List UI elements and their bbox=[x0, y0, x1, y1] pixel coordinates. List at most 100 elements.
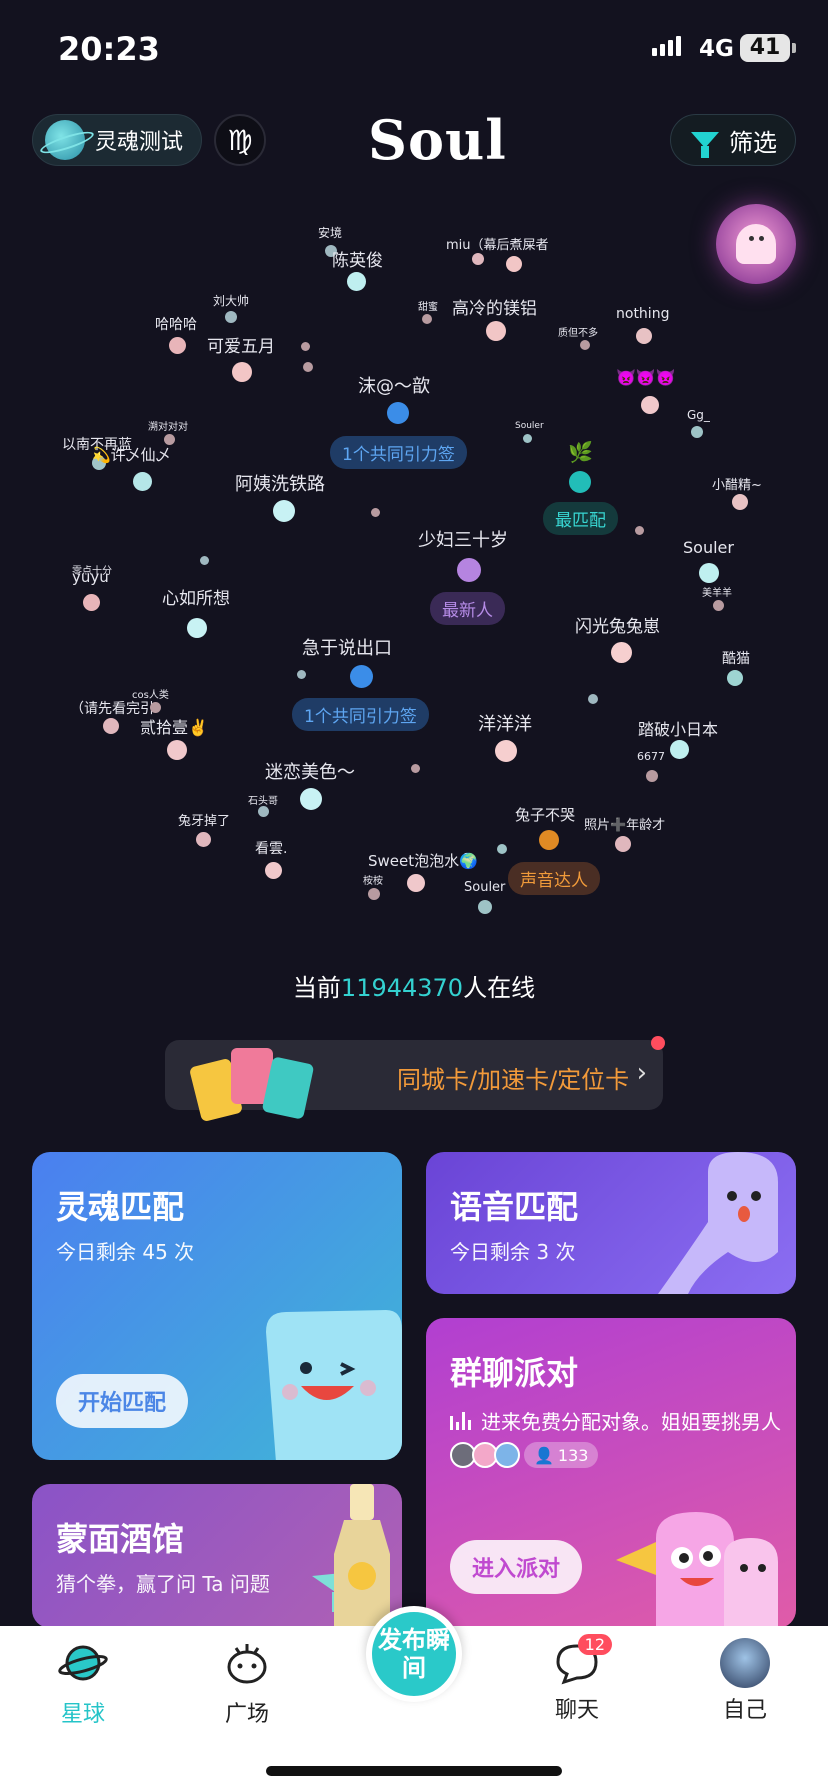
soul-match-card[interactable]: 灵魂匹配 今日剩余 45 次 开始匹配 bbox=[32, 1152, 402, 1460]
user-star[interactable] bbox=[407, 874, 425, 892]
tab-chat[interactable]: 12 聊天 bbox=[522, 1634, 632, 1724]
user-label: 少妇三十岁 bbox=[418, 530, 508, 551]
user-star[interactable] bbox=[422, 314, 432, 324]
common-tag-chip[interactable]: 1个共同引力签 bbox=[330, 436, 467, 469]
user-label: 迷恋美色～ bbox=[265, 762, 355, 783]
chevron-right-icon: › bbox=[636, 1058, 647, 1088]
user-star[interactable] bbox=[472, 253, 484, 265]
user-star[interactable] bbox=[83, 594, 100, 611]
join-party-button[interactable]: 进入派对 bbox=[450, 1540, 582, 1594]
user-label: 兔子不哭 bbox=[515, 806, 576, 824]
user-star[interactable] bbox=[539, 830, 559, 850]
battery-icon: 41 bbox=[740, 34, 790, 62]
user-star[interactable] bbox=[196, 832, 211, 847]
card-title: 群聊派对 bbox=[450, 1354, 579, 1392]
user-label: 石头哥 bbox=[248, 796, 278, 807]
user-label: 质但不多 bbox=[558, 328, 598, 339]
user-star[interactable] bbox=[635, 526, 644, 535]
voice-expert-tag[interactable]: 声音达人 bbox=[508, 862, 600, 895]
user-star[interactable] bbox=[691, 426, 703, 438]
user-star[interactable] bbox=[225, 311, 237, 323]
user-label: miu（幕后煮屎者 bbox=[446, 238, 549, 253]
tab-me[interactable]: 自己 bbox=[690, 1638, 800, 1724]
user-label: 哈哈哈 bbox=[155, 317, 197, 333]
user-star[interactable] bbox=[646, 770, 658, 782]
user-star[interactable] bbox=[478, 900, 492, 914]
user-star[interactable] bbox=[232, 362, 252, 382]
participant-count-value: 133 bbox=[557, 1445, 589, 1465]
user-star[interactable] bbox=[301, 342, 310, 351]
user-star[interactable] bbox=[636, 328, 652, 344]
user-label: 🌿 bbox=[568, 440, 593, 464]
masked-bar-card[interactable]: 蒙面酒馆 猜个拳，赢了问 Ta 问题 bbox=[32, 1484, 402, 1628]
zodiac-button[interactable]: ♍ bbox=[214, 114, 266, 166]
user-star[interactable] bbox=[303, 362, 313, 372]
user-label: 看雲. bbox=[255, 841, 288, 857]
publish-moment-button[interactable]: 发布瞬间 bbox=[366, 1606, 462, 1702]
top-header: 灵魂测试 ♍ Soul 筛选 bbox=[0, 108, 828, 172]
user-star[interactable] bbox=[495, 740, 517, 762]
user-star[interactable] bbox=[273, 500, 295, 522]
user-star[interactable] bbox=[457, 558, 481, 582]
best-match-tag[interactable]: 最匹配 bbox=[543, 502, 618, 535]
newest-tag[interactable]: 最新人 bbox=[430, 592, 505, 625]
voice-match-card[interactable]: 语音匹配 今日剩余 3 次 bbox=[426, 1152, 796, 1294]
user-star[interactable] bbox=[103, 718, 119, 734]
user-star[interactable] bbox=[297, 670, 306, 679]
user-star[interactable] bbox=[732, 494, 748, 510]
user-label: Gg_ bbox=[687, 408, 710, 422]
user-label: 沫@～歆 bbox=[358, 376, 430, 397]
user-label: 酷猫 bbox=[722, 651, 750, 667]
group-party-card[interactable]: 群聊派对 进来免费分配对象。姐姐要挑男人 👤 133 进入派对 bbox=[426, 1318, 796, 1628]
user-label: 兔牙掉了 bbox=[178, 814, 231, 829]
user-star[interactable] bbox=[265, 862, 282, 879]
user-star[interactable] bbox=[187, 618, 207, 638]
filter-icon bbox=[691, 132, 719, 158]
user-star[interactable] bbox=[368, 888, 380, 900]
user-star[interactable] bbox=[727, 670, 743, 686]
soul-test-button[interactable]: 灵魂测试 bbox=[32, 114, 202, 166]
filter-label: 筛选 bbox=[729, 128, 777, 157]
user-star[interactable] bbox=[200, 556, 209, 565]
user-star[interactable] bbox=[569, 471, 591, 493]
user-star[interactable] bbox=[611, 642, 632, 663]
tab-square[interactable]: 广场 bbox=[192, 1638, 302, 1728]
user-star[interactable] bbox=[699, 563, 719, 583]
avatar bbox=[720, 1638, 770, 1688]
planet-icon bbox=[58, 1645, 108, 1681]
user-star[interactable] bbox=[150, 702, 161, 713]
common-tag-chip[interactable]: 1个共同引力签 bbox=[292, 698, 429, 731]
user-star[interactable] bbox=[506, 256, 522, 272]
user-label: 刘大帅 bbox=[213, 294, 250, 308]
user-star[interactable] bbox=[169, 337, 186, 354]
user-label: 桉桉 bbox=[363, 876, 383, 887]
user-star[interactable] bbox=[387, 402, 409, 424]
user-star[interactable] bbox=[615, 836, 631, 852]
start-match-button[interactable]: 开始匹配 bbox=[56, 1374, 188, 1428]
user-star[interactable] bbox=[486, 321, 506, 341]
user-star[interactable] bbox=[713, 600, 724, 611]
user-star[interactable] bbox=[300, 788, 322, 810]
user-star[interactable] bbox=[258, 806, 269, 817]
user-star[interactable] bbox=[670, 740, 689, 759]
tab-planet[interactable]: 星球 bbox=[28, 1638, 138, 1728]
user-star[interactable] bbox=[371, 508, 380, 517]
user-star[interactable] bbox=[347, 272, 366, 291]
user-star[interactable] bbox=[588, 694, 598, 704]
user-label: Souler bbox=[464, 880, 506, 895]
user-label: Souler bbox=[515, 421, 544, 431]
user-star[interactable] bbox=[641, 396, 659, 414]
user-star[interactable] bbox=[497, 844, 507, 854]
filter-button[interactable]: 筛选 bbox=[670, 114, 796, 166]
user-star[interactable] bbox=[580, 340, 590, 350]
star-map[interactable]: 安境 陈英俊 miu（幕后煮屎者 高冷的镁铝 刘大帅 哈哈哈 可爱五月 甜蜜 质… bbox=[0, 190, 828, 930]
user-label: 照片➕年龄才 bbox=[584, 818, 666, 833]
user-star[interactable] bbox=[167, 740, 187, 760]
planet-icon bbox=[45, 120, 85, 160]
user-star[interactable] bbox=[133, 472, 152, 491]
user-star[interactable] bbox=[523, 434, 532, 443]
user-star[interactable] bbox=[350, 665, 373, 688]
card-store-banner[interactable]: 同城卡/加速卡/定位卡 › bbox=[165, 1036, 665, 1123]
user-star[interactable] bbox=[411, 764, 420, 773]
online-suffix: 人在线 bbox=[463, 974, 536, 1002]
